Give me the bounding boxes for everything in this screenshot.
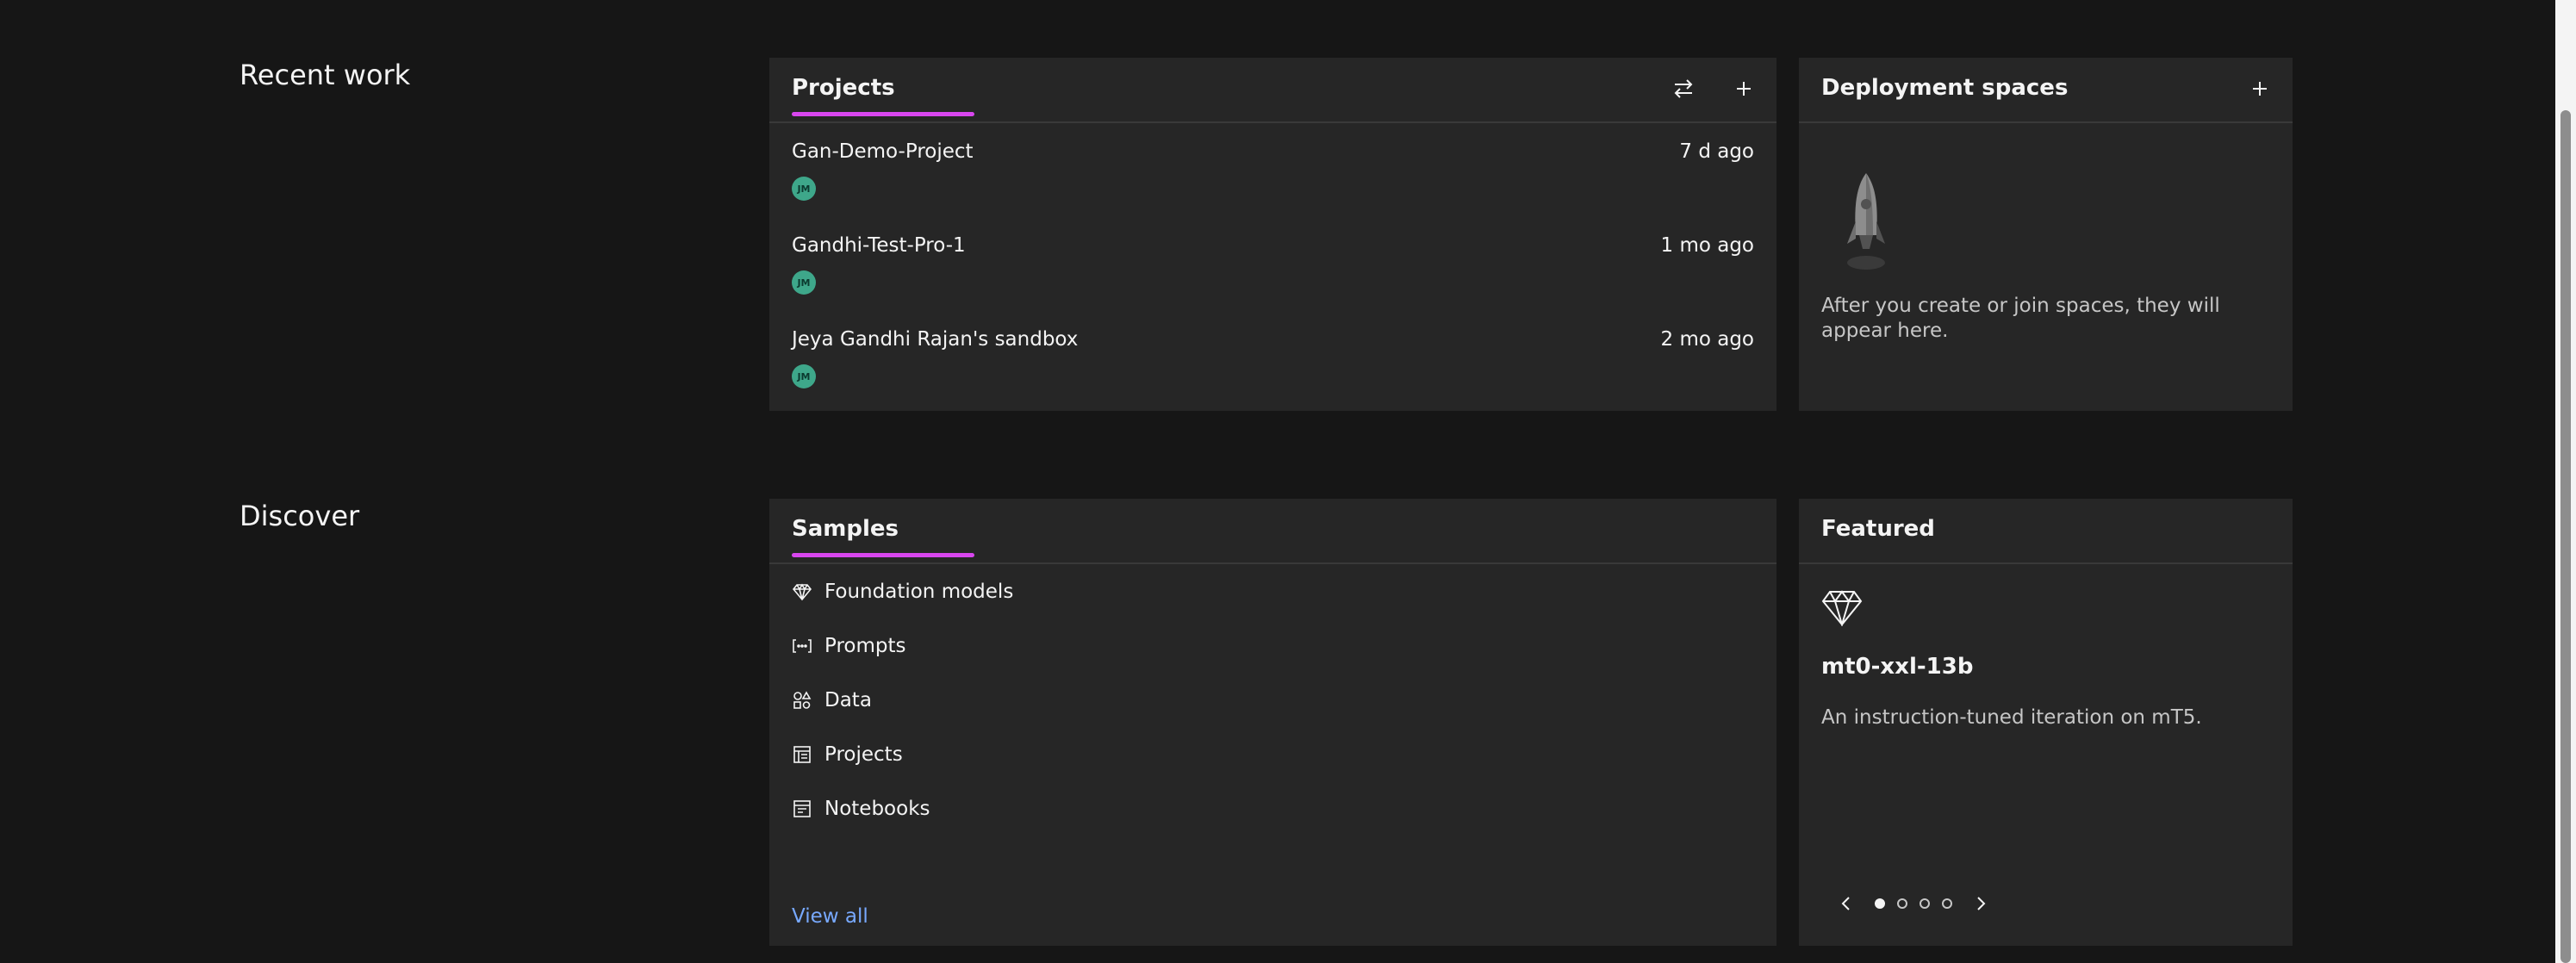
projects-tile: Projects Gan-Demo-Project 7 d ago JM Gan… <box>769 58 1776 411</box>
avatar: JM <box>792 270 816 295</box>
sample-label: Prompts <box>824 635 906 657</box>
carousel-dot-active[interactable] <box>1875 898 1885 909</box>
sample-data[interactable]: Data <box>792 683 872 718</box>
projects-tab[interactable]: Projects <box>792 75 895 101</box>
chevron-right-icon[interactable] <box>1969 892 1994 916</box>
featured-tile-header: Featured <box>1799 499 2293 564</box>
prompt-brackets-icon <box>792 636 812 656</box>
project-time: 2 mo ago <box>1660 328 1755 351</box>
project-time: 7 d ago <box>1679 140 1754 163</box>
empty-spaces-message: After you create or join spaces, they wi… <box>1821 295 2220 342</box>
sample-label: Data <box>824 689 872 711</box>
featured-model-name[interactable]: mt0-xxl-13b <box>1821 654 1973 680</box>
data-shapes-icon <box>792 690 812 711</box>
recent-work-heading: Recent work <box>240 59 411 91</box>
sample-label: Foundation models <box>824 581 1014 603</box>
carousel-controls <box>1833 892 1994 916</box>
discover-heading: Discover <box>240 500 360 532</box>
featured-tile: Featured mt0-xxl-13b An instruction-tune… <box>1799 499 2293 946</box>
switch-icon[interactable] <box>1666 71 1701 106</box>
featured-model-description: An instruction-tuned iteration on mT5. <box>1821 706 2202 729</box>
deployment-tile-header: Deployment spaces <box>1799 58 2293 123</box>
carousel-dot[interactable] <box>1920 898 1930 909</box>
diamond-icon <box>1821 590 1863 630</box>
samples-tile: Samples Foundation models Prompts Data P… <box>769 499 1776 946</box>
project-name[interactable]: Gandhi-Test-Pro-1 <box>792 234 966 257</box>
sample-foundation-models[interactable]: Foundation models <box>792 575 1013 609</box>
sample-label: Projects <box>824 743 903 766</box>
avatar: JM <box>792 177 816 201</box>
sample-label: Notebooks <box>824 798 930 820</box>
chevron-left-icon[interactable] <box>1833 892 1857 916</box>
view-all-link[interactable]: View all <box>792 905 868 928</box>
project-name[interactable]: Gan-Demo-Project <box>792 140 974 163</box>
sample-prompts[interactable]: Prompts <box>792 629 906 663</box>
notebook-icon <box>792 798 812 819</box>
scrollbar-thumb[interactable] <box>2560 110 2571 963</box>
project-row[interactable]: Gan-Demo-Project 7 d ago JM <box>792 140 1754 227</box>
add-space-icon[interactable] <box>2243 71 2277 106</box>
project-name[interactable]: Jeya Gandhi Rajan's sandbox <box>792 328 1078 351</box>
carousel-dot[interactable] <box>1942 898 1952 909</box>
rocket-icon <box>1839 170 1894 276</box>
samples-tab[interactable]: Samples <box>792 516 899 542</box>
project-row[interactable]: Gandhi-Test-Pro-1 1 mo ago JM <box>792 234 1754 320</box>
deployment-spaces-title: Deployment spaces <box>1821 75 2069 101</box>
deployment-spaces-tile: Deployment spaces After you create or jo… <box>1799 58 2293 411</box>
sample-notebooks[interactable]: Notebooks <box>792 792 930 826</box>
active-tab-indicator <box>792 112 974 116</box>
project-icon <box>792 744 812 765</box>
sample-projects[interactable]: Projects <box>792 737 903 772</box>
add-project-icon[interactable] <box>1727 71 1761 106</box>
avatar: JM <box>792 364 816 388</box>
featured-title: Featured <box>1821 516 1935 542</box>
diamond-icon <box>792 581 812 602</box>
projects-tile-header: Projects <box>769 58 1776 123</box>
carousel-dot[interactable] <box>1897 898 1907 909</box>
project-row[interactable]: Jeya Gandhi Rajan's sandbox 2 mo ago JM <box>792 328 1754 414</box>
active-tab-indicator <box>792 553 974 557</box>
project-time: 1 mo ago <box>1660 234 1755 257</box>
samples-tile-header: Samples <box>769 499 1776 564</box>
